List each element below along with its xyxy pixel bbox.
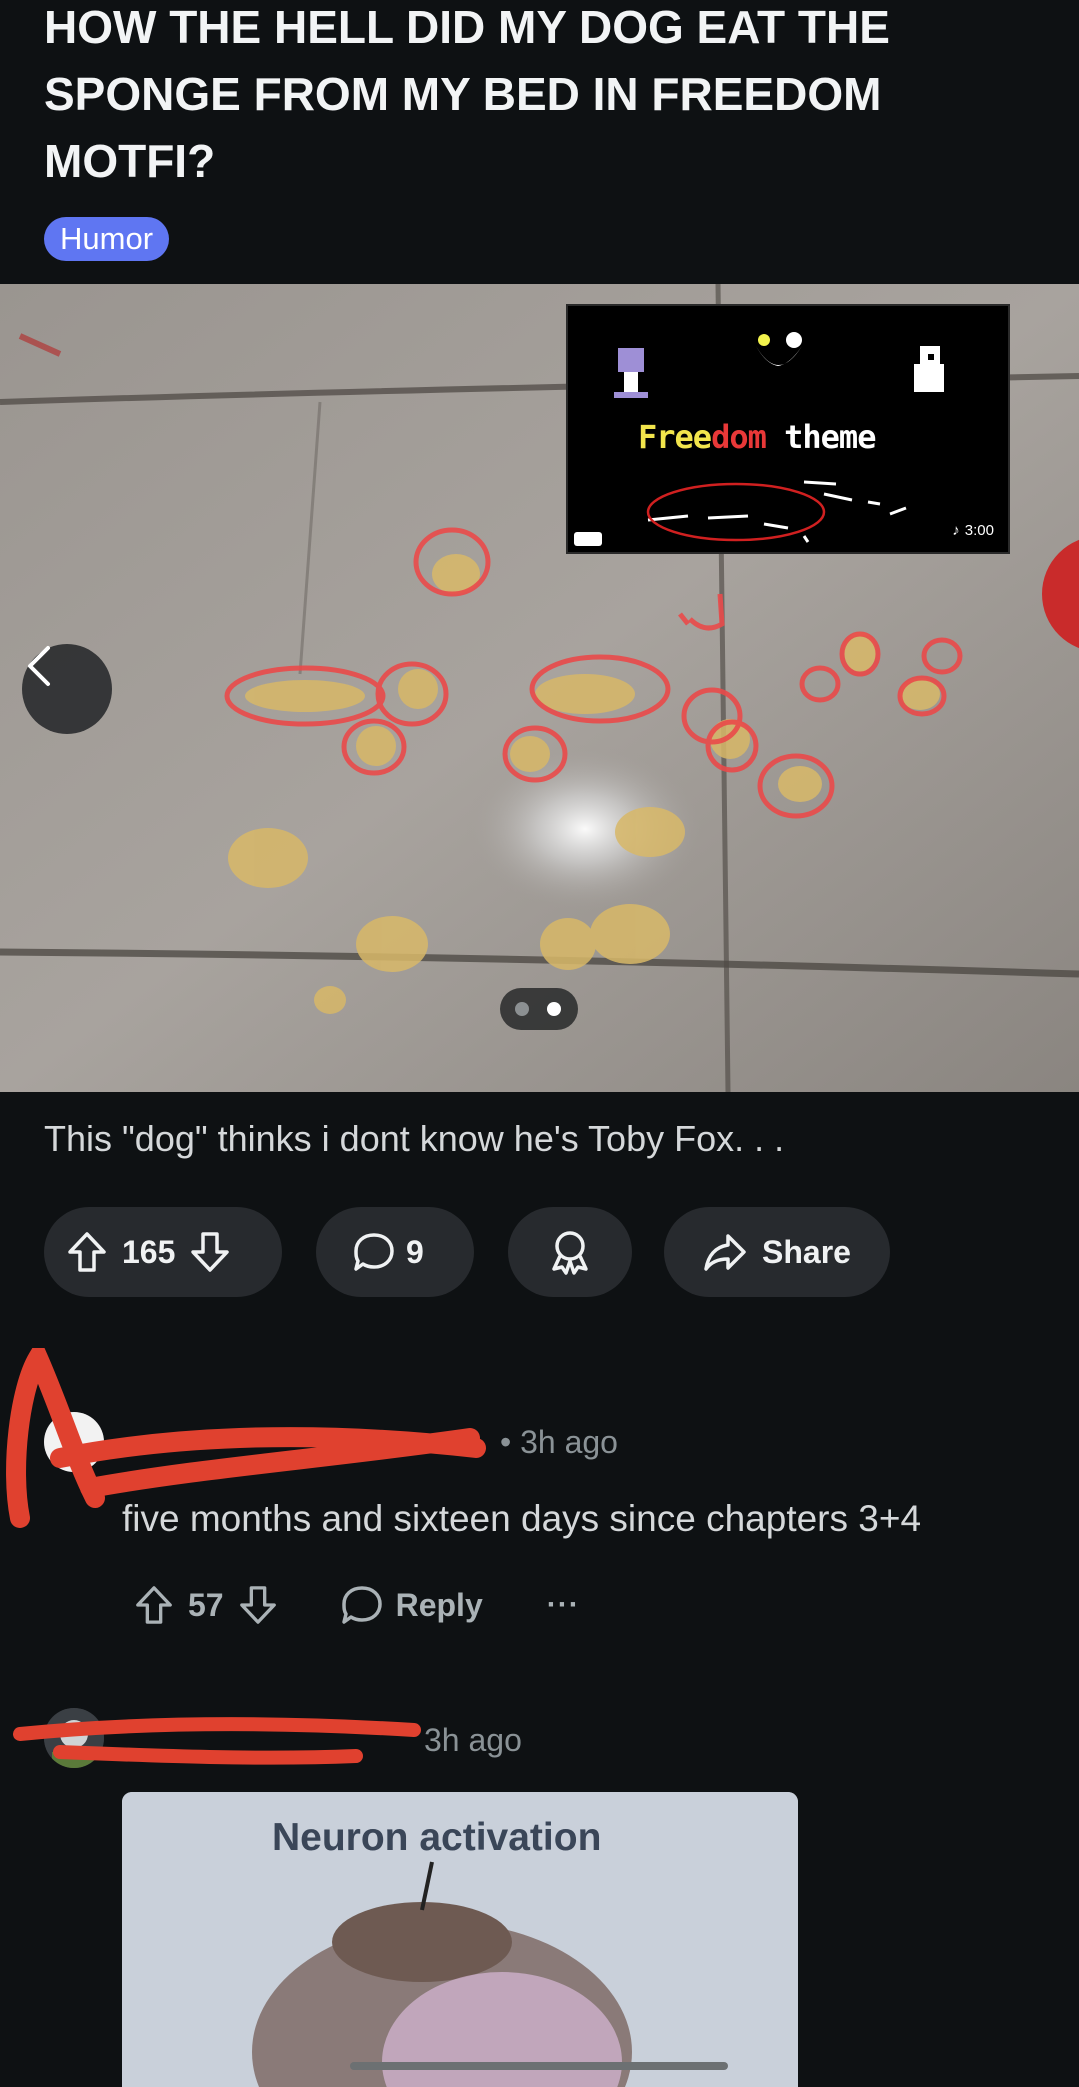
comment-timestamp: 3h ago bbox=[424, 1722, 522, 1758]
comment-bubble-icon bbox=[354, 1233, 394, 1271]
more-options-icon[interactable]: ··· bbox=[547, 1588, 580, 1622]
freedom-theme-title: Freedom theme bbox=[638, 418, 876, 456]
comment-count: 9 bbox=[406, 1233, 424, 1270]
reply-button[interactable]: Reply bbox=[340, 1584, 483, 1626]
home-indicator bbox=[350, 2062, 728, 2070]
share-button[interactable]: Share bbox=[664, 1207, 890, 1297]
gallery-pagination bbox=[500, 988, 578, 1030]
comment-upvote-icon[interactable] bbox=[134, 1583, 174, 1627]
reply-label: Reply bbox=[395, 1586, 483, 1623]
comment-downvote-icon[interactable] bbox=[238, 1583, 278, 1627]
comments-button[interactable]: 9 bbox=[316, 1207, 474, 1297]
previous-image-button[interactable] bbox=[22, 644, 112, 734]
meme-caption: Neuron activation bbox=[272, 1816, 602, 1859]
comment-image[interactable]: Neuron activation bbox=[122, 1792, 798, 2087]
pagination-dot[interactable] bbox=[515, 1002, 529, 1016]
vote-bar: 165 bbox=[44, 1207, 282, 1297]
comment-actions: 57 Reply ··· bbox=[134, 1578, 580, 1632]
comment-body: five months and sixteen days since chapt… bbox=[122, 1498, 922, 1539]
pagination-dot-active[interactable] bbox=[547, 1002, 561, 1016]
upvote-icon[interactable] bbox=[66, 1230, 108, 1274]
post-title: HOW THE HELL DID MY DOG EAT THE SPONGE F… bbox=[44, 1, 890, 187]
vote-count: 165 bbox=[122, 1233, 176, 1270]
reply-bubble-icon bbox=[341, 1586, 382, 1624]
chevron-left-icon bbox=[28, 646, 50, 686]
track-duration: ♪ 3:00 bbox=[952, 522, 994, 539]
username-redaction bbox=[13, 1717, 421, 1765]
post-image[interactable]: Freedom theme ♪ 3:00 bbox=[0, 284, 1079, 1092]
comment-timestamp: • 3h ago bbox=[500, 1424, 618, 1460]
flair-badge[interactable]: Humor bbox=[44, 217, 170, 261]
share-arrow-icon bbox=[704, 1234, 746, 1271]
award-icon bbox=[552, 1231, 588, 1275]
comment-vote-count: 57 bbox=[188, 1586, 224, 1623]
freedom-theme-thumbnail: Freedom theme ♪ 3:00 bbox=[566, 304, 1010, 554]
downvote-icon[interactable] bbox=[189, 1230, 231, 1274]
award-button[interactable] bbox=[508, 1207, 632, 1297]
post-caption: This "dog" thinks i dont know he's Toby … bbox=[44, 1118, 785, 1159]
share-label: Share bbox=[762, 1233, 851, 1270]
post-page: HOW THE HELL DID MY DOG EAT THE SPONGE F… bbox=[0, 0, 1079, 2087]
music-note-icon: ♪ bbox=[952, 522, 960, 539]
